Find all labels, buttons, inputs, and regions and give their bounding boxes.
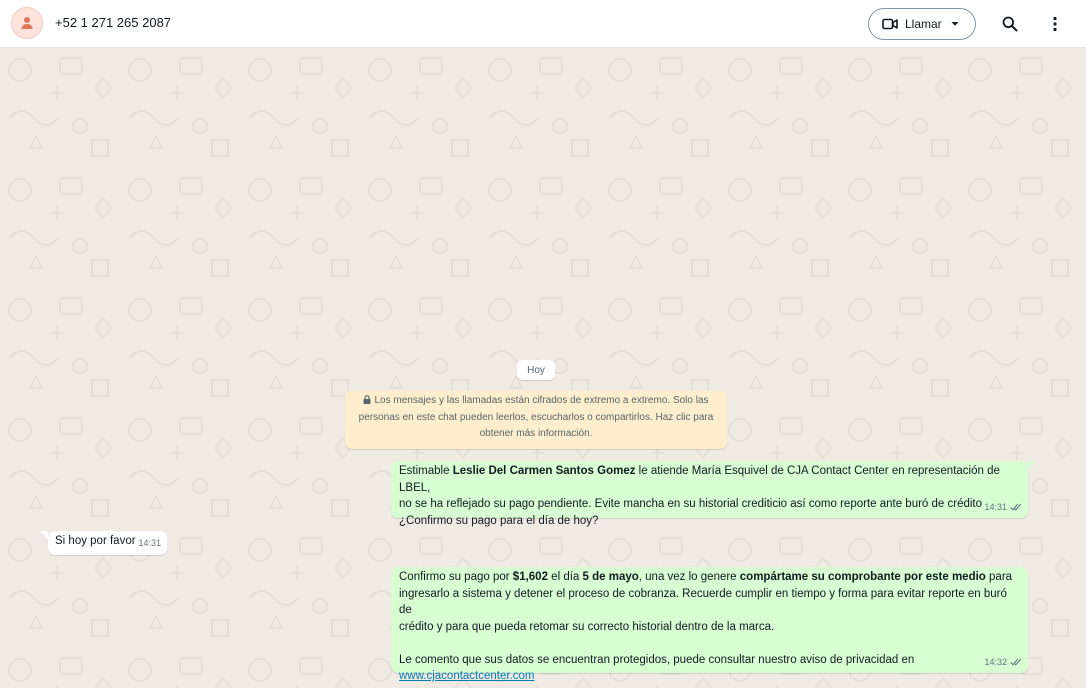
message-text: Estimable Leslie Del Carmen Santos Gomez… bbox=[399, 465, 1000, 527]
encryption-line-3: obtener más información. bbox=[479, 428, 593, 439]
call-button-label: Llamar bbox=[905, 17, 942, 31]
contact-name[interactable]: +52 1 271 265 2087 bbox=[55, 15, 171, 30]
menu-button[interactable] bbox=[1043, 12, 1067, 36]
message-text: Confirmo su pago por $1,602 el día 5 de … bbox=[399, 571, 1013, 682]
video-camera-icon bbox=[882, 18, 898, 30]
message-time: 14:31 bbox=[984, 501, 1007, 512]
person-icon bbox=[21, 17, 33, 29]
message-bubble-outgoing[interactable]: Confirmo su pago por $1,602 el día 5 de … bbox=[391, 567, 1028, 682]
more-vertical-icon bbox=[1053, 16, 1057, 32]
payment-amount: $1,602 bbox=[512, 571, 548, 583]
double-check-icon bbox=[1010, 503, 1022, 511]
contact-avatar[interactable] bbox=[11, 7, 43, 39]
search-icon bbox=[1002, 16, 1018, 32]
message-meta: 14:31 bbox=[984, 499, 1022, 516]
customer-name: Leslie Del Carmen Santos Gomez bbox=[452, 465, 636, 477]
bubble-tail bbox=[40, 531, 48, 539]
date-chip: Hoy bbox=[517, 360, 555, 380]
encryption-line-2: personas en este chat pueden leerlos, es… bbox=[358, 411, 714, 423]
search-button[interactable] bbox=[998, 12, 1022, 36]
caret-down-icon bbox=[951, 22, 959, 26]
whatsapp-chat-window: +52 1 271 265 2087 Llamar Hoy Los mensaj… bbox=[0, 0, 1090, 688]
lock-icon bbox=[363, 395, 371, 404]
encryption-line-1: Los mensajes y las llamadas están cifrad… bbox=[374, 395, 709, 406]
message-time: 14:32 bbox=[984, 656, 1007, 667]
message-meta: 14:32 bbox=[984, 654, 1022, 671]
payment-date: 5 de mayo bbox=[582, 571, 639, 583]
message-time: 14:31 bbox=[138, 537, 161, 548]
message-meta: 14:31 bbox=[138, 535, 161, 552]
bubble-tail bbox=[1028, 461, 1036, 469]
message-text: Si hoy por favor bbox=[55, 535, 136, 547]
chat-header: +52 1 271 265 2087 Llamar bbox=[0, 0, 1086, 48]
scrollbar[interactable] bbox=[1086, 0, 1090, 688]
encryption-notice[interactable]: Los mensajes y las llamadas están cifrad… bbox=[345, 391, 727, 449]
website-link[interactable]: www.cjacontactcenter.com bbox=[399, 670, 535, 682]
message-bubble-outgoing[interactable]: Estimable Leslie Del Carmen Santos Gomez… bbox=[391, 461, 1028, 527]
message-bubble-incoming[interactable]: Si hoy por favor 14:31 bbox=[48, 531, 167, 555]
double-check-icon bbox=[1010, 658, 1022, 666]
call-button[interactable]: Llamar bbox=[868, 8, 976, 40]
